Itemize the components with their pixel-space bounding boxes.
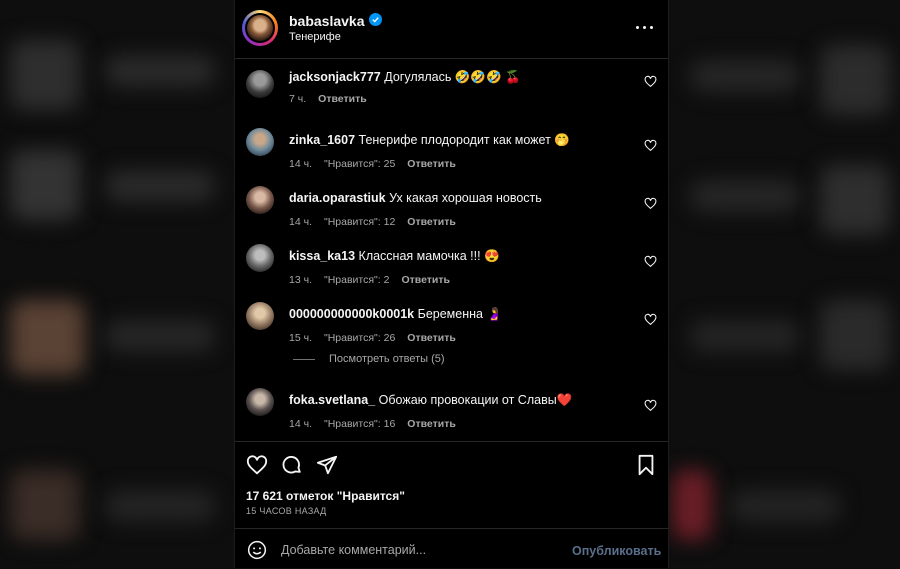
comment-item: zinka_1607 Тенерифе плодородит как может… [235, 125, 668, 183]
comment-likes[interactable]: "Нравится": 25 [324, 158, 395, 170]
reply-button[interactable]: Ответить [407, 418, 456, 430]
view-replies-button[interactable]: Посмотреть ответы (5) [293, 353, 445, 365]
author-avatar[interactable] [242, 10, 278, 46]
comment-item: foka.svetlana_ Обожаю провокации от Слав… [235, 385, 668, 440]
comment-time: 14 ч. [289, 158, 312, 170]
comment-text: Догулялась 🤣🤣🤣 🍒 [384, 70, 521, 84]
comment-text: Классная мамочка !!! 😍 [358, 249, 500, 263]
commenter-avatar[interactable] [246, 128, 274, 156]
comment-composer: Опубликовать [235, 528, 668, 569]
view-replies-label: Посмотреть ответы (5) [329, 353, 445, 365]
commenter-avatar[interactable] [246, 244, 274, 272]
reply-button[interactable]: Ответить [401, 274, 450, 286]
comment-text: Обожаю провокации от Славы❤️ [378, 393, 573, 407]
like-comment-heart-icon[interactable] [644, 75, 657, 88]
comment-item: jacksonjack777 Догулялась 🤣🤣🤣 🍒 7 ч. Отве… [235, 67, 668, 125]
commenter-username[interactable]: zinka_1607 [289, 133, 355, 147]
reply-button[interactable]: Ответить [407, 158, 456, 170]
post-header: babaslavka Тенерифе [235, 0, 668, 59]
share-paper-plane-icon[interactable] [316, 454, 338, 476]
like-comment-heart-icon[interactable] [644, 255, 657, 268]
comment-likes[interactable]: "Нравится": 2 [324, 274, 389, 286]
emoji-icon[interactable] [247, 540, 267, 560]
commenter-avatar[interactable] [246, 302, 274, 330]
reply-button[interactable]: Ответить [407, 216, 456, 228]
like-comment-heart-icon[interactable] [644, 139, 657, 152]
reply-button[interactable]: Ответить [407, 332, 456, 344]
comment-text: Ух какая хорошая новость [389, 191, 542, 205]
comment-likes[interactable]: "Нравится": 12 [324, 216, 395, 228]
more-options-icon[interactable] [633, 18, 657, 36]
comment-text: Тенерифе плодородит как может 🤭 [358, 133, 570, 147]
comment-item: daria.oparastiuk Ух какая хорошая новост… [235, 183, 668, 241]
verified-badge-icon [369, 13, 382, 26]
likes-count[interactable]: 17 621 отметок "Нравится" [246, 489, 405, 503]
like-heart-icon[interactable] [246, 454, 268, 476]
comment-time: 14 ч. [289, 418, 312, 430]
comment-bubble-icon[interactable] [281, 454, 303, 476]
comment-text: Беременна 🤰 [417, 307, 503, 321]
comments-list[interactable]: jacksonjack777 Догулялась 🤣🤣🤣 🍒 7 ч. Отве… [235, 59, 668, 440]
commenter-username[interactable]: daria.oparastiuk [289, 191, 386, 205]
comment-likes[interactable]: "Нравится": 26 [324, 332, 395, 344]
publish-button[interactable]: Опубликовать [572, 544, 661, 558]
commenter-username[interactable]: jacksonjack777 [289, 70, 381, 84]
post-location[interactable]: Тенерифе [289, 31, 341, 43]
commenter-username[interactable]: foka.svetlana_ [289, 393, 375, 407]
comment-time: 14 ч. [289, 216, 312, 228]
comment-likes[interactable]: "Нравится": 16 [324, 418, 395, 430]
author-username[interactable]: babaslavka [289, 13, 365, 29]
reply-button[interactable]: Ответить [318, 93, 367, 105]
replies-divider [293, 358, 315, 360]
commenter-username[interactable]: 000000000000k0001k [289, 307, 414, 321]
like-comment-heart-icon[interactable] [644, 313, 657, 326]
comment-time: 7 ч. [289, 93, 307, 105]
comment-input[interactable] [279, 537, 561, 563]
commenter-avatar[interactable] [246, 70, 274, 98]
commenter-username[interactable]: kissa_ka13 [289, 249, 355, 263]
commenter-avatar[interactable] [246, 388, 274, 416]
commenter-avatar[interactable] [246, 186, 274, 214]
post-action-bar [235, 441, 668, 487]
like-comment-heart-icon[interactable] [644, 197, 657, 210]
comment-time: 13 ч. [289, 274, 312, 286]
comment-time: 15 ч. [289, 332, 312, 344]
like-comment-heart-icon[interactable] [644, 399, 657, 412]
comment-item: 000000000000k0001k Беременна 🤰 15 ч. "Нра… [235, 299, 668, 357]
post-time: 15 ЧАСОВ НАЗАД [246, 506, 327, 516]
post-panel: babaslavka Тенерифе jacksonjack777 Догул… [234, 0, 669, 568]
save-bookmark-icon[interactable] [635, 454, 657, 476]
comment-item: kissa_ka13 Классная мамочка !!! 😍 13 ч. "… [235, 241, 668, 299]
